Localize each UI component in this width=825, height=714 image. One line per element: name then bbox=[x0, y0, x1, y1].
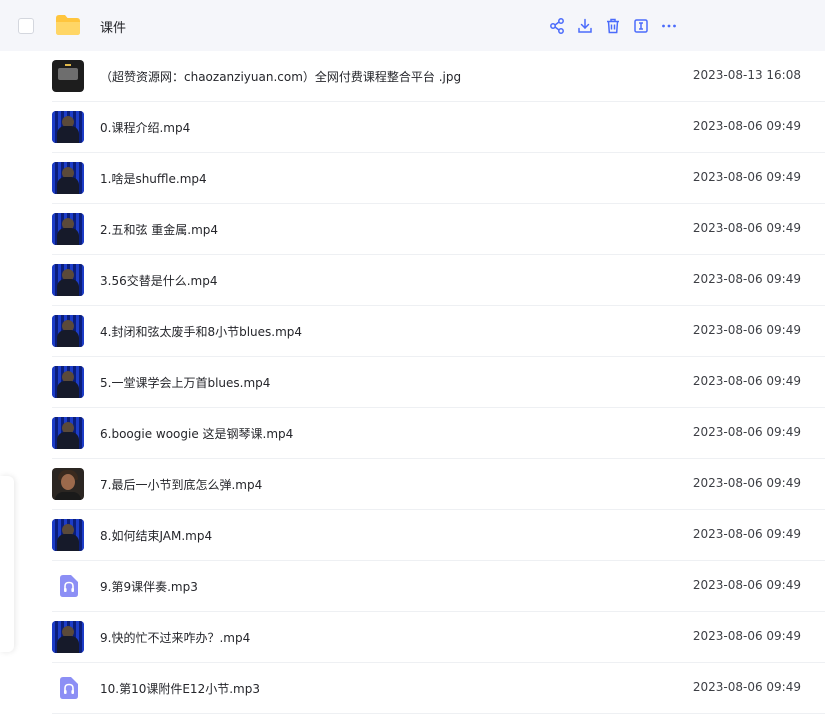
video-thumbnail bbox=[52, 111, 84, 143]
file-row[interactable]: 7.最后一小节到底怎么弹.mp4 2023-08-06 09:49 bbox=[52, 459, 825, 510]
file-name[interactable]: 7.最后一小节到底怎么弹.mp4 bbox=[100, 476, 262, 493]
folder-name[interactable]: 课件 bbox=[100, 17, 126, 36]
side-panel-edge bbox=[0, 476, 14, 652]
file-name[interactable]: 10.第10课附件E12小节.mp3 bbox=[100, 680, 260, 697]
file-modified-date: 2023-08-06 09:49 bbox=[692, 476, 801, 490]
file-row[interactable]: 10.第10课附件E12小节.mp3 2023-08-06 09:49 bbox=[52, 663, 825, 714]
file-row[interactable]: 0.课程介绍.mp4 2023-08-06 09:49 bbox=[52, 102, 825, 153]
file-row[interactable]: 6.boogie woogie 这是钢琴课.mp4 2023-08-06 09:4… bbox=[52, 408, 825, 459]
select-checkbox[interactable] bbox=[18, 18, 34, 34]
file-row[interactable]: 3.56交替是什么.mp4 2023-08-06 09:49 bbox=[52, 255, 825, 306]
video-thumbnail bbox=[52, 621, 84, 653]
file-row[interactable]: 8.如何结束JAM.mp4 2023-08-06 09:49 bbox=[52, 510, 825, 561]
video-thumbnail bbox=[52, 315, 84, 347]
download-icon[interactable] bbox=[576, 17, 594, 35]
image-thumbnail bbox=[52, 60, 84, 92]
file-row[interactable]: 9.第9课伴奏.mp3 2023-08-06 09:49 bbox=[52, 561, 825, 612]
folder-row[interactable]: 课件 bbox=[0, 0, 825, 51]
share-icon[interactable] bbox=[548, 17, 566, 35]
delete-icon[interactable] bbox=[604, 17, 622, 35]
file-row[interactable]: 4.封闭和弦太废手和8小节blues.mp4 2023-08-06 09:49 bbox=[52, 306, 825, 357]
audio-file-icon bbox=[52, 570, 84, 602]
video-thumbnail bbox=[52, 417, 84, 449]
video-thumbnail bbox=[52, 162, 84, 194]
file-modified-date: 2023-08-06 09:49 bbox=[692, 629, 801, 643]
video-thumbnail bbox=[52, 366, 84, 398]
rename-icon[interactable] bbox=[632, 17, 650, 35]
file-row[interactable]: 9.快的忙不过来咋办？.mp4 2023-08-06 09:49 bbox=[52, 612, 825, 663]
file-name[interactable]: 9.第9课伴奏.mp3 bbox=[100, 578, 198, 595]
file-modified-date: 2023-08-13 16:08 bbox=[692, 68, 801, 82]
video-thumbnail bbox=[52, 213, 84, 245]
file-name[interactable]: 5.一堂课学会上万首blues.mp4 bbox=[100, 374, 270, 391]
file-modified-date: 2023-08-06 09:49 bbox=[692, 680, 801, 694]
file-name[interactable]: 2.五和弦 重金属.mp4 bbox=[100, 221, 218, 238]
file-list: （超赞资源网：chaozanziyuan.com）全网付费课程整合平台 .jpg… bbox=[52, 51, 825, 714]
audio-file-icon bbox=[52, 672, 84, 704]
file-modified-date: 2023-08-06 09:49 bbox=[692, 527, 801, 541]
video-thumbnail bbox=[52, 519, 84, 551]
more-icon[interactable] bbox=[660, 17, 678, 35]
video-thumbnail bbox=[52, 468, 84, 500]
file-modified-date: 2023-08-06 09:49 bbox=[692, 578, 801, 592]
file-name[interactable]: （超赞资源网：chaozanziyuan.com）全网付费课程整合平台 .jpg bbox=[100, 68, 461, 85]
file-modified-date: 2023-08-06 09:49 bbox=[692, 323, 801, 337]
file-name[interactable]: 6.boogie woogie 这是钢琴课.mp4 bbox=[100, 425, 293, 442]
video-thumbnail bbox=[52, 264, 84, 296]
file-row[interactable]: （超赞资源网：chaozanziyuan.com）全网付费课程整合平台 .jpg… bbox=[52, 51, 825, 102]
file-modified-date: 2023-08-06 09:49 bbox=[692, 170, 801, 184]
file-modified-date: 2023-08-06 09:49 bbox=[692, 272, 801, 286]
file-modified-date: 2023-08-06 09:49 bbox=[692, 425, 801, 439]
file-row[interactable]: 1.啥是shuffle.mp4 2023-08-06 09:49 bbox=[52, 153, 825, 204]
file-modified-date: 2023-08-06 09:49 bbox=[692, 119, 801, 133]
file-name[interactable]: 3.56交替是什么.mp4 bbox=[100, 272, 217, 289]
file-modified-date: 2023-08-06 09:49 bbox=[692, 221, 801, 235]
file-name[interactable]: 9.快的忙不过来咋办？.mp4 bbox=[100, 629, 250, 646]
file-modified-date: 2023-08-06 09:49 bbox=[692, 374, 801, 388]
file-name[interactable]: 8.如何结束JAM.mp4 bbox=[100, 527, 212, 544]
folder-icon bbox=[56, 15, 80, 35]
file-name[interactable]: 0.课程介绍.mp4 bbox=[100, 119, 190, 136]
file-name[interactable]: 1.啥是shuffle.mp4 bbox=[100, 170, 207, 187]
file-row[interactable]: 2.五和弦 重金属.mp4 2023-08-06 09:49 bbox=[52, 204, 825, 255]
file-name[interactable]: 4.封闭和弦太废手和8小节blues.mp4 bbox=[100, 323, 302, 340]
file-row[interactable]: 5.一堂课学会上万首blues.mp4 2023-08-06 09:49 bbox=[52, 357, 825, 408]
